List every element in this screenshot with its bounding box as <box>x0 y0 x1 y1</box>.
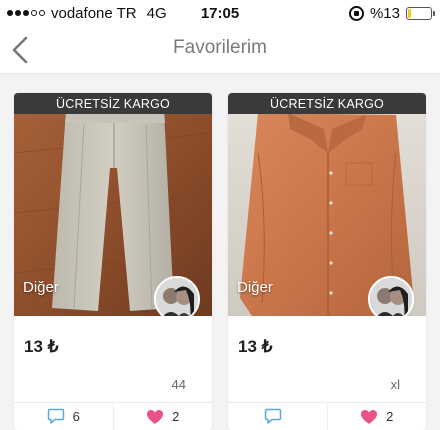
network-type: 4G <box>146 4 167 22</box>
category-label: Diğer <box>237 279 273 296</box>
product-image[interactable]: ÜCRETSİZ KARGO Diğer <box>228 93 426 316</box>
status-bar: vodafone TR 4G 17:05 %13 <box>0 0 440 26</box>
back-button[interactable] <box>2 32 38 68</box>
like-count: 2 <box>386 409 394 424</box>
card-footer: 2 <box>228 402 426 430</box>
carrier-label: vodafone TR <box>51 4 137 22</box>
favorites-grid: ÜCRETSİZ KARGO Diğer 13 ₺ 44 6 2 ÜCRETSİ… <box>0 74 440 430</box>
card-footer: 6 2 <box>14 402 212 430</box>
comment-count: 6 <box>72 409 80 424</box>
product-price: 13 ₺ <box>24 337 59 356</box>
category-label: Diğer <box>23 279 59 296</box>
product-size: 44 <box>171 377 186 392</box>
comments-button[interactable] <box>228 403 328 430</box>
like-button[interactable]: 2 <box>114 403 213 430</box>
product-size: xl <box>390 377 400 392</box>
chevron-left-icon <box>12 36 28 64</box>
seller-avatar[interactable] <box>154 276 200 316</box>
like-count: 2 <box>172 409 180 424</box>
page-title: Favorilerim <box>173 37 267 58</box>
product-card[interactable]: ÜCRETSİZ KARGO Diğer 13 ₺ xl 2 <box>228 93 426 430</box>
battery-icon <box>406 6 435 20</box>
like-button[interactable]: 2 <box>328 403 427 430</box>
comment-icon <box>265 408 282 424</box>
orientation-lock-icon <box>348 5 364 21</box>
product-price: 13 ₺ <box>238 337 273 356</box>
navigation-bar: Favorilerim <box>0 26 440 74</box>
seller-avatar[interactable] <box>368 276 414 316</box>
comment-icon <box>47 408 64 424</box>
product-card[interactable]: ÜCRETSİZ KARGO Diğer 13 ₺ 44 6 2 <box>14 93 212 430</box>
free-shipping-badge: ÜCRETSİZ KARGO <box>228 93 426 114</box>
comments-button[interactable]: 6 <box>14 403 114 430</box>
product-image[interactable]: ÜCRETSİZ KARGO Diğer <box>14 93 212 316</box>
free-shipping-badge: ÜCRETSİZ KARGO <box>14 93 212 114</box>
heart-icon <box>361 409 378 424</box>
signal-strength-icon <box>7 10 45 16</box>
battery-percentage: %13 <box>369 4 400 22</box>
heart-icon <box>147 409 164 424</box>
